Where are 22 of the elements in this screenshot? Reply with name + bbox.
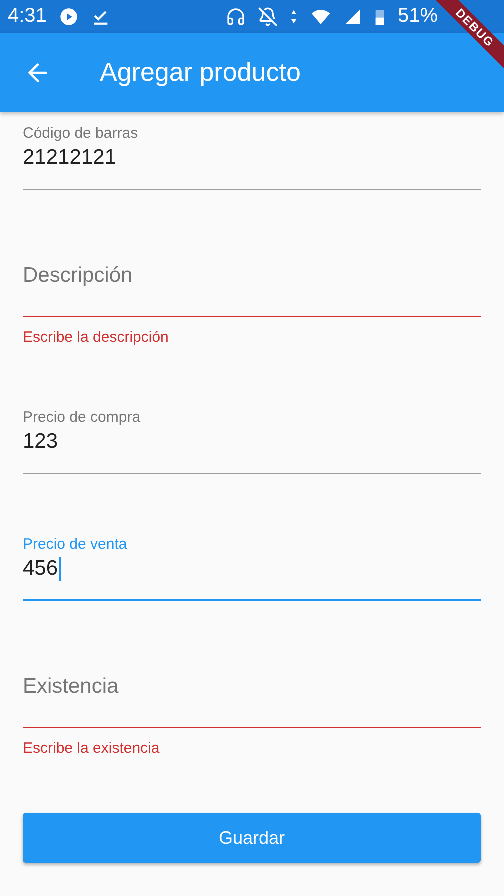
input-field[interactable]: Existencia [23, 663, 481, 728]
input-field[interactable]: Descripción [23, 252, 481, 317]
field-value: 21212121 [23, 145, 118, 171]
status-time: 4:31 [8, 5, 47, 28]
app-bar-title: Agregar producto [100, 57, 301, 88]
play-icon [58, 6, 79, 26]
input-field[interactable]: Precio de compra 123 [23, 409, 481, 474]
bell-off-icon [258, 6, 278, 26]
error-message: Escribe la existencia [23, 739, 161, 758]
field-placeholder: Descripción [23, 263, 134, 289]
battery-level: 51% [398, 5, 438, 28]
headphones-icon [226, 6, 246, 26]
input-field[interactable]: Precio de venta 456 [23, 536, 481, 601]
field-value: 456 [23, 554, 481, 584]
text-cursor [59, 557, 62, 581]
field-label: Precio de compra [23, 409, 142, 427]
field-label: Precio de venta [23, 536, 128, 554]
error-message: Escribe la descripción [23, 328, 170, 347]
field-placeholder: Existencia [23, 674, 120, 700]
input-field[interactable]: Código de barras 21212121 [23, 125, 481, 190]
field-label: Código de barras [23, 125, 140, 143]
field-value: 123 [23, 429, 60, 455]
